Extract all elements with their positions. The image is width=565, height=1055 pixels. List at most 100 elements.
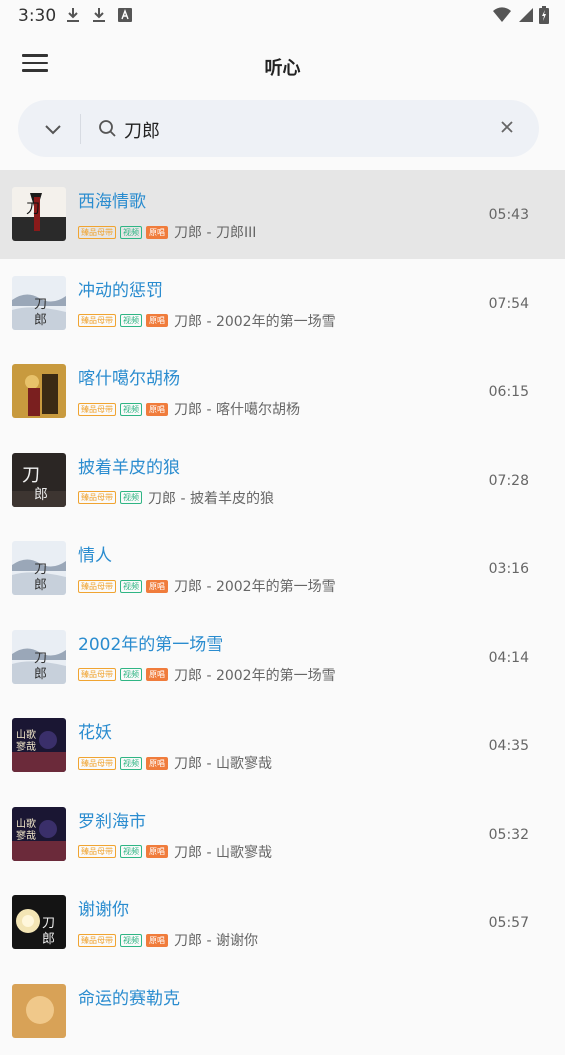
video-badge[interactable]: 视频 bbox=[120, 491, 142, 504]
song-title: 命运的赛勒克 bbox=[78, 984, 180, 1009]
album-cover bbox=[12, 364, 66, 418]
song-artist-album: 刀郎 - 山歌寥哉 bbox=[174, 753, 272, 773]
video-badge[interactable]: 视频 bbox=[120, 580, 142, 593]
svg-text:郎: 郎 bbox=[42, 932, 55, 947]
original-badge: 原唱 bbox=[146, 757, 168, 770]
svg-text:山歌: 山歌 bbox=[16, 728, 36, 741]
app-bar: 听心 bbox=[0, 40, 565, 92]
song-meta: 臻品母带视频原唱刀郎 - 2002年的第一场雪 bbox=[78, 311, 336, 331]
song-title: 花妖 bbox=[78, 718, 112, 743]
original-badge: 原唱 bbox=[146, 934, 168, 947]
svg-text:郎: 郎 bbox=[34, 313, 47, 328]
song-meta: 臻品母带视频原唱刀郎 - 谢谢你 bbox=[78, 930, 258, 950]
quality-badge: 臻品母带 bbox=[78, 491, 116, 504]
album-cover: 山歌寥哉 bbox=[12, 718, 66, 772]
svg-text:寥哉: 寥哉 bbox=[16, 740, 36, 753]
keyboard-a-icon bbox=[118, 8, 132, 22]
search-icon bbox=[98, 119, 117, 142]
song-title: 冲动的惩罚 bbox=[78, 276, 163, 301]
video-badge[interactable]: 视频 bbox=[120, 226, 142, 239]
video-badge[interactable]: 视频 bbox=[120, 668, 142, 681]
video-badge[interactable]: 视频 bbox=[120, 934, 142, 947]
song-title: 披着羊皮的狼 bbox=[78, 453, 180, 478]
quality-badge: 臻品母带 bbox=[78, 668, 116, 681]
wifi-icon bbox=[493, 7, 511, 27]
video-badge[interactable]: 视频 bbox=[120, 757, 142, 770]
song-duration: 07:28 bbox=[489, 473, 529, 489]
song-duration: 04:35 bbox=[489, 738, 529, 754]
song-title: 2002年的第一场雪 bbox=[78, 630, 223, 655]
original-badge: 原唱 bbox=[146, 314, 168, 327]
song-row[interactable]: 山歌寥哉花妖臻品母带视频原唱刀郎 - 山歌寥哉04:35 bbox=[0, 701, 565, 790]
song-row[interactable]: 命运的赛勒克 bbox=[0, 967, 565, 1055]
quality-badge: 臻品母带 bbox=[78, 403, 116, 416]
song-duration: 04:14 bbox=[489, 650, 529, 666]
svg-text:刀: 刀 bbox=[34, 297, 47, 312]
song-row[interactable]: 刀 西海情歌臻品母带视频原唱刀郎 - 刀郎III 05:43 bbox=[0, 170, 565, 259]
song-row[interactable]: 刀郎披着羊皮的狼臻品母带视频刀郎 - 披着羊皮的狼07:28 bbox=[0, 436, 565, 525]
song-meta: 臻品母带视频原唱刀郎 - 2002年的第一场雪 bbox=[78, 576, 336, 596]
svg-text:刀: 刀 bbox=[42, 916, 55, 931]
song-meta: 臻品母带视频刀郎 - 披着羊皮的狼 bbox=[78, 488, 274, 508]
svg-text:寥哉: 寥哉 bbox=[16, 829, 36, 842]
quality-badge: 臻品母带 bbox=[78, 845, 116, 858]
song-artist-album: 刀郎 - 2002年的第一场雪 bbox=[174, 576, 336, 596]
song-artist-album: 刀郎 - 喀什噶尔胡杨 bbox=[174, 399, 300, 419]
album-cover: 刀郎 bbox=[12, 276, 66, 330]
quality-badge: 臻品母带 bbox=[78, 934, 116, 947]
song-row[interactable]: 刀郎2002年的第一场雪臻品母带视频原唱刀郎 - 2002年的第一场雪04:14 bbox=[0, 613, 565, 702]
original-badge: 原唱 bbox=[146, 580, 168, 593]
album-cover: 刀 bbox=[12, 187, 66, 241]
status-bar: 3:30 bbox=[0, 0, 565, 32]
song-artist-album: 刀郎 - 山歌寥哉 bbox=[174, 842, 272, 862]
svg-text:郎: 郎 bbox=[34, 578, 47, 593]
chevron-down-icon[interactable] bbox=[42, 118, 64, 140]
quality-badge: 臻品母带 bbox=[78, 226, 116, 239]
album-cover: 刀郎 bbox=[12, 453, 66, 507]
song-meta: 臻品母带视频原唱刀郎 - 喀什噶尔胡杨 bbox=[78, 399, 300, 419]
song-row[interactable]: 刀郎谢谢你臻品母带视频原唱刀郎 - 谢谢你05:57 bbox=[0, 878, 565, 967]
quality-badge: 臻品母带 bbox=[78, 314, 116, 327]
original-badge: 原唱 bbox=[146, 226, 168, 239]
svg-text:郎: 郎 bbox=[34, 487, 48, 503]
song-meta: 臻品母带视频原唱刀郎 - 山歌寥哉 bbox=[78, 842, 272, 862]
song-artist-album: 刀郎 - 2002年的第一场雪 bbox=[174, 665, 336, 685]
clear-icon[interactable] bbox=[499, 119, 515, 139]
song-meta: 臻品母带视频原唱刀郎 - 2002年的第一场雪 bbox=[78, 665, 336, 685]
song-duration: 03:16 bbox=[489, 561, 529, 577]
song-duration: 06:15 bbox=[489, 384, 529, 400]
song-duration: 05:43 bbox=[489, 207, 529, 223]
download-icon bbox=[66, 7, 80, 23]
song-meta: 臻品母带视频原唱刀郎 - 山歌寥哉 bbox=[78, 753, 272, 773]
svg-text:刀: 刀 bbox=[22, 465, 40, 486]
song-artist-album: 刀郎 - 谢谢你 bbox=[174, 930, 258, 950]
song-row[interactable]: 山歌寥哉罗刹海市臻品母带视频原唱刀郎 - 山歌寥哉05:32 bbox=[0, 790, 565, 879]
video-badge[interactable]: 视频 bbox=[120, 403, 142, 416]
song-list: 刀西海情歌臻品母带视频原唱刀郎 - 刀郎III05:43刀郎冲动的惩罚臻品母带视… bbox=[0, 170, 565, 1055]
song-row[interactable]: 刀郎情人臻品母带视频原唱刀郎 - 2002年的第一场雪03:16 bbox=[0, 524, 565, 613]
svg-text:刀: 刀 bbox=[34, 562, 47, 577]
original-badge: 原唱 bbox=[146, 403, 168, 416]
song-row[interactable]: 喀什噶尔胡杨臻品母带视频原唱刀郎 - 喀什噶尔胡杨 06:15 bbox=[0, 347, 565, 436]
search-input[interactable] bbox=[122, 114, 486, 146]
album-cover: 山歌寥哉 bbox=[12, 807, 66, 861]
song-title: 西海情歌 bbox=[78, 187, 146, 212]
battery-charging-icon bbox=[539, 6, 549, 28]
song-artist-album: 刀郎 - 刀郎III bbox=[174, 222, 256, 242]
song-artist-album: 刀郎 - 披着羊皮的狼 bbox=[148, 488, 274, 508]
song-title: 罗刹海市 bbox=[78, 807, 146, 832]
video-badge[interactable]: 视频 bbox=[120, 845, 142, 858]
search-bar bbox=[18, 100, 539, 157]
video-badge[interactable]: 视频 bbox=[120, 314, 142, 327]
song-row[interactable]: 刀郎冲动的惩罚臻品母带视频原唱刀郎 - 2002年的第一场雪07:54 bbox=[0, 259, 565, 348]
song-title: 喀什噶尔胡杨 bbox=[78, 364, 180, 389]
svg-text:刀: 刀 bbox=[26, 201, 40, 217]
original-badge: 原唱 bbox=[146, 668, 168, 681]
status-time: 3:30 bbox=[18, 6, 56, 26]
divider bbox=[80, 114, 81, 144]
download-icon bbox=[92, 7, 106, 23]
svg-text:郎: 郎 bbox=[34, 667, 47, 682]
quality-badge: 臻品母带 bbox=[78, 757, 116, 770]
song-duration: 07:54 bbox=[489, 296, 529, 312]
song-title: 谢谢你 bbox=[78, 895, 129, 920]
